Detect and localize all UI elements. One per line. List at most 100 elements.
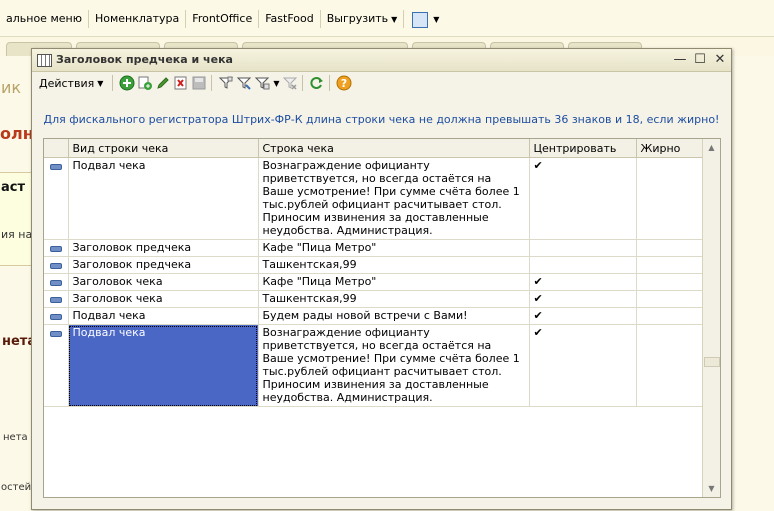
background-text: олн — [0, 124, 34, 143]
cell-center[interactable] — [529, 256, 637, 274]
cell-bold[interactable] — [636, 239, 704, 257]
dialog-titlebar[interactable]: Заголовок предчека и чека — ☐ ✕ — [32, 49, 731, 72]
add-icon — [119, 75, 135, 91]
vertical-scrollbar[interactable]: ▲ ▼ — [702, 139, 720, 497]
filter-select-button[interactable] — [236, 74, 252, 92]
table-row[interactable]: Заголовок чека Ташкентская,99 ✔ — [44, 290, 704, 308]
filter-dropdown-icon — [255, 77, 270, 90]
cell-line-type[interactable]: Заголовок предчека — [68, 239, 259, 257]
background-form-right — [731, 56, 774, 511]
edit-icon — [157, 77, 170, 89]
column-header-bold[interactable]: Жирно — [636, 139, 704, 158]
help-icon: ? — [336, 75, 352, 91]
cell-bold[interactable] — [636, 273, 704, 291]
menu-item-nomenclature[interactable]: Номенклатура — [89, 10, 187, 28]
filter-dropdown-button[interactable]: ▼ — [254, 74, 280, 92]
table-row[interactable]: Подвал чека Вознаграждение официанту при… — [44, 157, 704, 240]
row-marker — [44, 256, 69, 274]
table-icon — [37, 54, 52, 67]
refresh-icon — [310, 77, 323, 89]
cell-line-type[interactable]: Заголовок предчека — [68, 256, 259, 274]
cell-center[interactable]: ✔ — [529, 290, 637, 308]
scroll-up-icon[interactable]: ▲ — [703, 139, 720, 156]
table-row[interactable]: Заголовок предчека Кафе "Пица Метро" — [44, 239, 704, 257]
filter-clear-button[interactable] — [282, 74, 298, 92]
copy-button[interactable] — [137, 74, 153, 92]
background-text: нета — [3, 432, 28, 443]
cell-center[interactable] — [529, 239, 637, 257]
save-button[interactable] — [191, 74, 207, 92]
cell-bold[interactable] — [636, 307, 704, 325]
cell-line-text[interactable]: Ташкентская,99 — [258, 290, 530, 308]
toolbar-separator — [211, 75, 213, 91]
cell-line-type[interactable]: Подвал чека — [68, 157, 259, 240]
cell-line-text[interactable]: Вознаграждение официанту приветствуется,… — [258, 157, 530, 240]
cell-center[interactable]: ✔ — [529, 307, 637, 325]
actions-label: Действия — [39, 76, 95, 90]
row-icon — [49, 314, 62, 320]
cell-line-text[interactable]: Ташкентская,99 — [258, 256, 530, 274]
row-icon — [49, 297, 62, 303]
row-marker — [44, 273, 69, 291]
dialog-title: Заголовок предчека и чека — [56, 53, 233, 66]
scroll-thumb[interactable] — [704, 357, 720, 367]
edit-button[interactable] — [155, 74, 171, 92]
cell-line-text[interactable]: Кафе "Пица Метро" — [258, 239, 530, 257]
maximize-icon[interactable]: ☐ — [692, 52, 708, 68]
cell-bold[interactable] — [636, 290, 704, 308]
row-marker — [44, 307, 69, 325]
receipt-lines-table: Вид строки чека Строка чека Центрировать… — [43, 138, 721, 498]
menu-item-export[interactable]: Выгрузить ▼ — [321, 10, 405, 28]
background-text: ик — [1, 78, 22, 97]
dialog-window: Заголовок предчека и чека — ☐ ✕ Действия… — [31, 48, 732, 510]
menu-item-frontoffice[interactable]: FrontOffice — [186, 10, 260, 28]
row-marker — [44, 290, 69, 308]
table-header-row: Вид строки чека Строка чека Центрировать… — [44, 139, 704, 158]
table-row[interactable]: Заголовок чека Кафе "Пица Метро" ✔ — [44, 273, 704, 291]
cell-bold[interactable] — [636, 157, 704, 240]
svg-text:?: ? — [340, 77, 346, 90]
menu-row: альное меню Номенклатура FrontOffice Fas… — [0, 10, 439, 28]
table-row[interactable]: Заголовок предчека Ташкентская,99 — [44, 256, 704, 274]
table-row-selected[interactable]: Подвал чека Вознаграждение официанту при… — [44, 324, 704, 407]
column-header-line-text[interactable]: Строка чека — [258, 139, 530, 158]
menu-item-main[interactable]: альное меню — [0, 10, 89, 28]
cell-line-text[interactable]: Будем рады новой встречи с Вами! — [258, 307, 530, 325]
help-button[interactable]: ? — [336, 74, 352, 92]
toolbar-separator — [328, 75, 330, 91]
cell-line-type[interactable]: Заголовок чека — [68, 273, 259, 291]
cell-center[interactable]: ✔ — [529, 157, 637, 240]
cell-bold[interactable] — [636, 256, 704, 274]
cell-line-text[interactable]: Вознаграждение официанту приветствуется,… — [258, 324, 530, 407]
cell-center[interactable]: ✔ — [529, 273, 637, 291]
minimize-icon[interactable]: — — [672, 52, 688, 68]
chevron-down-icon: ▼ — [391, 15, 398, 24]
cell-line-text[interactable]: Кафе "Пица Метро" — [258, 273, 530, 291]
cell-bold[interactable] — [636, 324, 704, 407]
cell-line-type[interactable]: Подвал чека — [68, 324, 259, 407]
row-icon — [49, 331, 62, 337]
column-header-line-type[interactable]: Вид строки чека — [68, 139, 259, 158]
copy-icon — [138, 76, 153, 90]
close-icon[interactable]: ✕ — [712, 52, 728, 68]
refresh-button[interactable] — [309, 74, 325, 92]
filter-select-icon — [237, 77, 252, 90]
cell-center[interactable]: ✔ — [529, 324, 637, 407]
table-row[interactable]: Подвал чека Будем рады новой встречи с В… — [44, 307, 704, 325]
menu-item-fastfood[interactable]: FastFood — [259, 10, 321, 28]
row-icon — [49, 263, 62, 269]
add-button[interactable] — [119, 74, 135, 92]
menu-export-label: Выгрузить — [326, 12, 389, 25]
actions-menu-button[interactable]: Действия ▼ — [34, 73, 108, 93]
column-header-center[interactable]: Центрировать — [529, 139, 637, 158]
delete-button[interactable] — [173, 74, 189, 92]
filter-button[interactable] — [218, 74, 234, 92]
cell-line-type[interactable]: Подвал чека — [68, 307, 259, 325]
chevron-down-icon[interactable]: ▼ — [433, 15, 439, 24]
scroll-down-icon[interactable]: ▼ — [703, 480, 720, 497]
cell-line-type[interactable]: Заголовок чека — [68, 290, 259, 308]
export-icon[interactable] — [412, 12, 429, 28]
row-marker — [44, 239, 69, 257]
filter-icon — [219, 76, 234, 89]
fiscal-register-info: Для фискального регистратора Штрих-ФР-К … — [43, 113, 720, 126]
